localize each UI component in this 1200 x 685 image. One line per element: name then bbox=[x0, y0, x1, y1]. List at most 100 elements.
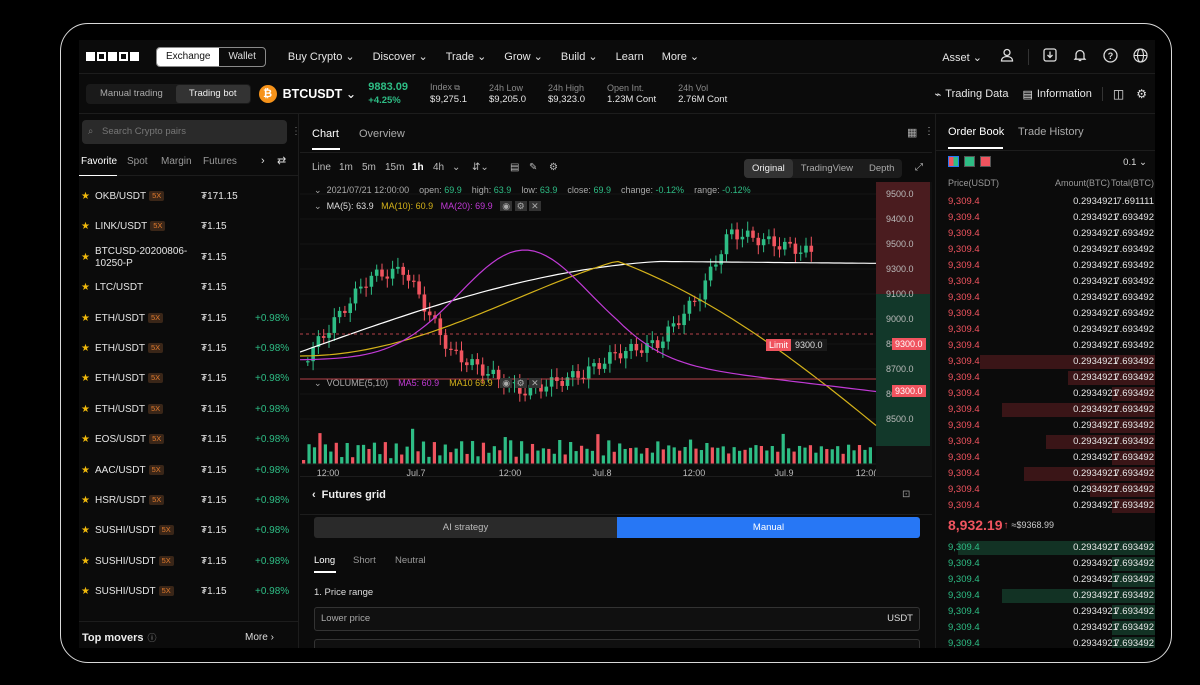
ask-row[interactable]: 9,309.4 0.2934921 7.693492 bbox=[936, 242, 1155, 258]
bid-row[interactable]: 9,309.4 0.2934921 7.693492 bbox=[936, 604, 1155, 620]
ask-row[interactable]: 9,309.4 0.2934921 7.693492 bbox=[936, 434, 1155, 450]
draw-icon[interactable]: ✎ bbox=[529, 162, 537, 173]
star-icon[interactable]: ★ bbox=[81, 191, 90, 202]
interval-1m[interactable]: 1m bbox=[339, 162, 353, 173]
tab-short[interactable]: Short bbox=[353, 555, 376, 566]
ask-row[interactable]: 9,309.4 0.2934921 7.693492 bbox=[936, 354, 1155, 370]
pair-row[interactable]: ★ SUSHI/USDT 5X ₮1.15 +0.98% bbox=[79, 547, 299, 577]
ask-row[interactable]: 9,309.4 0.2934921 7.693492 bbox=[936, 386, 1155, 402]
pair-row[interactable]: ★ ETH/USDT 5X ₮1.15 +0.98% bbox=[79, 334, 299, 364]
tab-long[interactable]: Long bbox=[314, 555, 335, 566]
interval-5m[interactable]: 5m bbox=[362, 162, 376, 173]
tab-trade-history[interactable]: Trade History bbox=[1018, 126, 1084, 138]
swap-icon[interactable]: ⇄ bbox=[277, 154, 286, 167]
exchange-tab[interactable]: Exchange bbox=[157, 47, 220, 66]
search-input[interactable]: ⌕ Search Crypto pairs bbox=[82, 120, 287, 144]
ask-row[interactable]: 9,309.4 0.2934921 7.693492 bbox=[936, 322, 1155, 338]
ask-row[interactable]: 9,309.4 0.2934921 7.693492 bbox=[936, 450, 1155, 466]
interval-1h[interactable]: 1h bbox=[412, 162, 424, 173]
view-tradingview[interactable]: TradingView bbox=[793, 159, 861, 178]
globe-icon[interactable] bbox=[1125, 47, 1155, 67]
interval-15m[interactable]: 15m bbox=[385, 162, 404, 173]
pair-row[interactable]: ★ OKB/USDT 5X ₮171.15 bbox=[79, 182, 299, 212]
pair-row[interactable]: ★ LINK/USDT 5X ₮1.15 bbox=[79, 212, 299, 242]
user-icon[interactable] bbox=[992, 48, 1022, 66]
grid-icon[interactable]: ▦ bbox=[907, 126, 917, 139]
star-icon[interactable]: ★ bbox=[81, 343, 90, 354]
pair-row[interactable]: ★ SUSHI/USDT 5X ₮1.15 +0.98% bbox=[79, 516, 299, 546]
nav-discover[interactable]: Discover ⌄ bbox=[373, 50, 428, 63]
bid-row[interactable]: 9,309.4 0.2934921 7.693492 bbox=[936, 572, 1155, 588]
ask-row[interactable]: 9,309.4 0.2934921 7.693492 bbox=[936, 274, 1155, 290]
nav-grow[interactable]: Grow ⌄ bbox=[504, 50, 543, 63]
indicator-icon[interactable]: ⇵⌄ bbox=[472, 162, 489, 173]
collapse-icon[interactable]: ⌄ bbox=[314, 201, 322, 211]
information-link[interactable]: ▤ Information bbox=[1022, 88, 1091, 101]
bid-row[interactable]: 9,309.4 0.2934921 7.693492 bbox=[936, 636, 1155, 648]
tab-chart[interactable]: Chart bbox=[312, 128, 339, 140]
ask-row[interactable]: 9,309.4 0.2934921 7.693492 bbox=[936, 338, 1155, 354]
pair-row[interactable]: ★ BTCUSD-20200806- 10250-P ₮1.15 bbox=[79, 243, 299, 273]
back-icon[interactable]: ‹ bbox=[312, 489, 316, 501]
pair-row[interactable]: ★ LTC/USDT ₮1.15 bbox=[79, 273, 299, 303]
ask-row[interactable]: 9,309.4 0.2934921 7.693492 bbox=[936, 466, 1155, 482]
pair-row[interactable]: ★ AAC/USDT 5X ₮1.15 +0.98% bbox=[79, 456, 299, 486]
settings-icon[interactable]: ⚙ bbox=[1136, 87, 1147, 101]
nav-buy-crypto[interactable]: Buy Crypto ⌄ bbox=[288, 50, 355, 63]
pair-row[interactable]: ★ ETH/USDT 5X ₮1.15 +0.98% bbox=[79, 304, 299, 334]
download-icon[interactable] bbox=[1035, 48, 1065, 66]
pair-row[interactable]: ★ SUSHI/USDT 5X ₮1.15 +0.98% bbox=[79, 577, 299, 607]
chart-menu-icon[interactable]: ⋮ bbox=[924, 126, 934, 137]
ai-strategy-tab[interactable]: AI strategy bbox=[314, 517, 617, 538]
futures-grid-title[interactable]: ‹ Futures grid bbox=[312, 489, 386, 501]
collapse-icon[interactable]: ⌄ bbox=[314, 185, 322, 195]
nav-trade[interactable]: Trade ⌄ bbox=[446, 50, 487, 63]
tab-futures[interactable]: Futures bbox=[203, 156, 237, 167]
bell-icon[interactable] bbox=[1065, 48, 1095, 66]
wallet-tab[interactable]: Wallet bbox=[219, 48, 264, 66]
top-movers-more-link[interactable]: More › bbox=[245, 632, 274, 643]
ask-row[interactable]: 9,309.4 0.2934921 7.693492 bbox=[936, 258, 1155, 274]
pair-row[interactable]: ★ EOS/USDT 5X ₮1.15 +0.98% bbox=[79, 425, 299, 455]
close-icon[interactable]: ✕ bbox=[529, 378, 541, 388]
bid-row[interactable]: 9,309.4 0.2934921 7.693492 bbox=[936, 588, 1155, 604]
tab-margin[interactable]: Margin bbox=[161, 156, 192, 167]
bid-row[interactable]: 9,309.4 0.2934921 7.693492 bbox=[936, 540, 1155, 556]
settings-icon[interactable]: ⚙ bbox=[514, 201, 527, 211]
chart-settings-icon[interactable]: ⚙ bbox=[549, 162, 558, 173]
nav-more[interactable]: More ⌄ bbox=[662, 50, 699, 63]
star-icon[interactable]: ★ bbox=[81, 525, 90, 536]
ask-row[interactable]: 9,309.4 0.2934921 7.693492 bbox=[936, 498, 1155, 514]
trading-bot-tab[interactable]: Trading bot bbox=[175, 84, 250, 103]
settings-icon[interactable]: ⚙ bbox=[514, 378, 527, 388]
ask-row[interactable]: 9,309.4 0.2934921 7.693492 bbox=[936, 370, 1155, 386]
limit-order-tag[interactable]: Limit 9300.0 bbox=[766, 339, 827, 351]
interval-line[interactable]: Line bbox=[312, 162, 331, 173]
tab-overview[interactable]: Overview bbox=[359, 128, 405, 140]
book-bids-icon[interactable] bbox=[964, 156, 975, 167]
okx-logo[interactable] bbox=[86, 52, 139, 61]
nav-learn[interactable]: Learn bbox=[616, 51, 644, 63]
layout-icon[interactable]: ◫ bbox=[1113, 87, 1124, 101]
pair-row[interactable]: ★ ETH/USDT 5X ₮1.15 +0.98% bbox=[79, 395, 299, 425]
fullscreen-icon[interactable]: ⤢ bbox=[915, 162, 923, 173]
eye-icon[interactable]: ◉ bbox=[500, 378, 513, 388]
tab-favorite[interactable]: Favorite bbox=[81, 156, 117, 167]
ask-row[interactable]: 9,309.4 0.2934921 7.693492 bbox=[936, 210, 1155, 226]
bid-row[interactable]: 9,309.4 0.2934921 7.693492 bbox=[936, 620, 1155, 636]
tab-spot[interactable]: Spot bbox=[127, 156, 148, 167]
ask-row[interactable]: 9,309.4 0.2934921 7.693492 bbox=[936, 418, 1155, 434]
pair-selector[interactable]: BTCUSDT ⌄ bbox=[283, 86, 357, 101]
star-icon[interactable]: ★ bbox=[81, 586, 90, 597]
eye-icon[interactable]: ◉ bbox=[500, 201, 513, 211]
close-icon[interactable]: ✕ bbox=[529, 201, 541, 211]
collapse-icon[interactable]: ⌄ bbox=[314, 378, 322, 388]
star-icon[interactable]: ★ bbox=[81, 495, 90, 506]
star-icon[interactable]: ★ bbox=[81, 556, 90, 567]
ask-row[interactable]: 9,309.4 0.2934921 7.693492 bbox=[936, 226, 1155, 242]
tab-order-book[interactable]: Order Book bbox=[948, 126, 1004, 138]
manual-tab[interactable]: Manual bbox=[617, 517, 920, 538]
lower-price-input[interactable]: Lower price USDT bbox=[314, 607, 920, 631]
manual-trading-tab[interactable]: Manual trading bbox=[87, 85, 176, 103]
view-original[interactable]: Original bbox=[744, 159, 793, 178]
